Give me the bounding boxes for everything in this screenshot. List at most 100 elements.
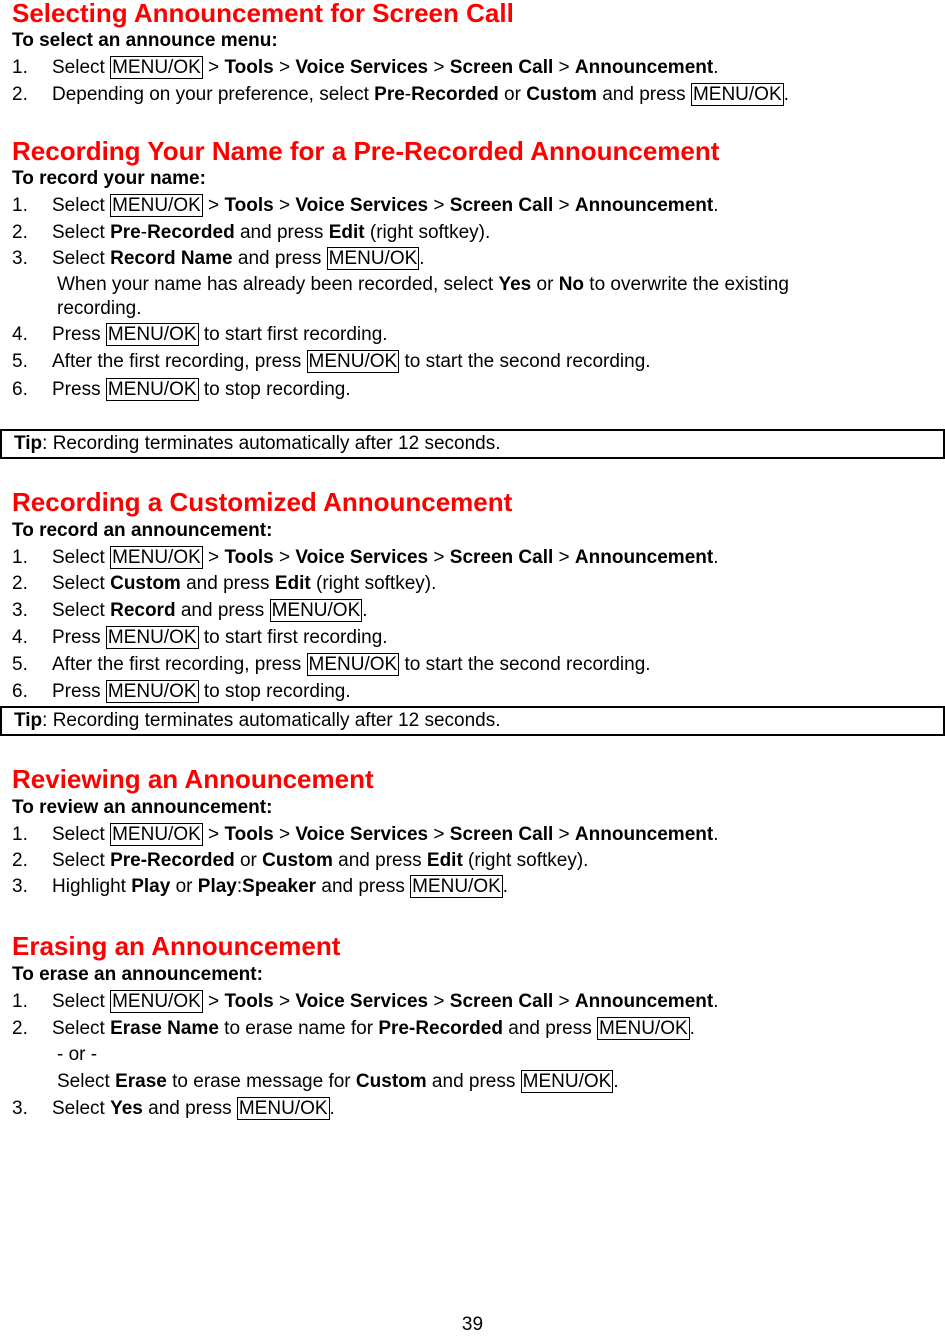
bold-term: Tools xyxy=(224,991,274,1012)
bold-term: Screen Call xyxy=(449,991,554,1012)
section-subtitle: To record an announcement: xyxy=(12,520,273,541)
section-subtitle: To erase an announcement: xyxy=(12,964,263,985)
step-text: After the first recording, press xyxy=(52,351,307,372)
step-line: 3. Select Record and press MENU/OK. xyxy=(12,599,368,622)
step-text: > xyxy=(202,195,225,216)
step-text: to start the second recording. xyxy=(399,351,651,372)
key-label: MENU/OK xyxy=(105,323,199,346)
step-text: to stop recording. xyxy=(198,379,351,400)
step-text: or xyxy=(531,274,559,295)
step-text: > xyxy=(553,824,575,845)
step-text: to start first recording. xyxy=(198,324,388,345)
key-label: MENU/OK xyxy=(326,247,420,270)
bold-term: Pre xyxy=(110,222,141,243)
step-number: 3. xyxy=(12,1098,28,1119)
bold-term: Pre xyxy=(374,84,405,105)
step-text: . xyxy=(713,195,719,216)
tip-label: Tip xyxy=(14,710,43,731)
bold-term: Voice Services xyxy=(295,547,429,568)
step-text: . xyxy=(713,991,719,1012)
step-number: 4. xyxy=(12,324,28,345)
step-line: 1. Select MENU/OK > Tools > Voice Service… xyxy=(12,194,719,217)
key-label: MENU/OK xyxy=(236,1097,330,1120)
bold-term: Voice Services xyxy=(295,824,429,845)
step-text: and press xyxy=(426,1071,521,1092)
bold-term: Yes xyxy=(498,274,532,295)
step-text: > xyxy=(273,824,296,845)
bold-term: Voice Services xyxy=(295,195,429,216)
bold-term: Tools xyxy=(224,195,274,216)
step-line: 1. Select MENU/OK > Tools > Voice Service… xyxy=(12,546,719,569)
bold-term: Screen Call xyxy=(449,195,554,216)
bold-term: Play xyxy=(197,876,237,897)
step-text: to erase message for xyxy=(166,1071,356,1092)
step-line: 5. After the first recording, press MENU/… xyxy=(12,350,651,373)
step-line: 1. Select MENU/OK > Tools > Voice Service… xyxy=(12,823,719,846)
step-line: 6. Press MENU/OK to stop recording. xyxy=(12,378,351,401)
bold-term: Custom xyxy=(262,850,333,871)
step-text: . xyxy=(502,876,509,897)
bold-term: Screen Call xyxy=(449,547,554,568)
step-text: . xyxy=(362,600,368,621)
bold-term: Edit xyxy=(426,850,463,871)
step-note: Select Erase to erase message for Custom… xyxy=(57,1070,619,1093)
key-label: MENU/OK xyxy=(110,546,203,569)
section-title: Selecting Announcement for Screen Call xyxy=(12,0,514,28)
step-text: and press xyxy=(502,1018,597,1039)
step-text: (right softkey). xyxy=(462,850,589,871)
step-line: 1. Select MENU/OK > Tools > Voice Service… xyxy=(12,990,719,1013)
step-number: 3. xyxy=(12,876,28,897)
bold-term: Voice Services xyxy=(295,991,429,1012)
step-text: . xyxy=(689,1018,695,1039)
bold-term: Tools xyxy=(224,547,274,568)
bold-term: Announcement xyxy=(574,57,714,78)
step-text: to start the second recording. xyxy=(399,654,651,675)
step-text: > xyxy=(202,824,225,845)
step-text: > xyxy=(553,195,575,216)
bold-term: Recorded xyxy=(411,84,499,105)
bold-term: Erase Name xyxy=(110,1018,219,1039)
step-text: > xyxy=(553,991,575,1012)
step-text: After the first recording, press xyxy=(52,654,307,675)
step-text: > xyxy=(428,57,450,78)
bold-term: Recorded xyxy=(147,222,235,243)
step-text: - or - xyxy=(57,1044,98,1065)
step-number: 4. xyxy=(12,627,28,648)
step-text: Depending on your preference, select xyxy=(52,84,375,105)
key-label: MENU/OK xyxy=(306,350,400,373)
step-text: . xyxy=(713,547,719,568)
step-text: . xyxy=(713,824,719,845)
step-line: 2. Depending on your preference, select P… xyxy=(12,83,789,106)
page-number: 39 xyxy=(461,1314,484,1335)
bold-term: Screen Call xyxy=(449,824,554,845)
step-text: > xyxy=(273,991,296,1012)
step-text: and press xyxy=(180,573,275,594)
step-text: to overwrite the existing xyxy=(584,274,789,295)
bold-term: Custom xyxy=(110,573,181,594)
step-number: 1. xyxy=(12,57,28,78)
step-text: . xyxy=(419,248,425,269)
step-text: and press xyxy=(232,248,327,269)
step-line: 2. Select Custom and press Edit (right so… xyxy=(12,573,436,595)
step-text: Select xyxy=(57,1071,116,1092)
step-text: > xyxy=(553,547,575,568)
step-text: . xyxy=(713,57,719,78)
bold-term: Edit xyxy=(328,222,365,243)
step-number: 2. xyxy=(12,850,28,871)
step-note: recording. xyxy=(57,298,142,320)
step-text: Select xyxy=(52,573,111,594)
key-label: MENU/OK xyxy=(520,1070,614,1093)
step-number: 6. xyxy=(12,379,28,400)
step-text: > xyxy=(273,195,296,216)
step-text: Press xyxy=(52,379,106,400)
step-line: 3. Highlight Play or Play:Speaker and pre… xyxy=(12,875,509,898)
key-label: MENU/OK xyxy=(269,599,363,622)
step-text: Press xyxy=(52,681,106,702)
step-text: (right softkey). xyxy=(310,573,437,594)
step-number: 1. xyxy=(12,824,28,845)
bold-term: Edit xyxy=(274,573,311,594)
step-text: > xyxy=(202,991,225,1012)
step-line: 6. Press MENU/OK to stop recording. xyxy=(12,680,351,703)
bold-term: Erase xyxy=(115,1071,167,1092)
step-number: 2. xyxy=(12,573,28,594)
